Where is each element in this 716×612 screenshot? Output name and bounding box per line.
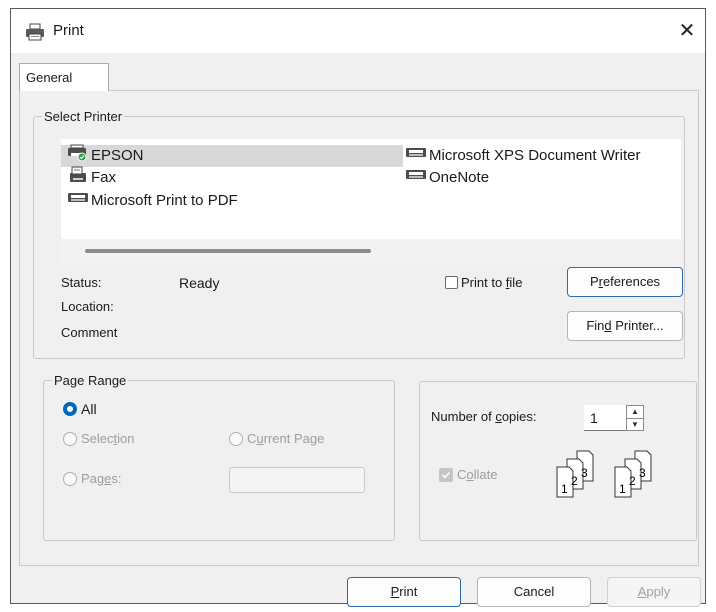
printer-icon	[405, 166, 427, 191]
printer-item-fax[interactable]: Fax	[61, 166, 117, 191]
apply-button[interactable]: Apply	[607, 577, 701, 607]
printer-item-epson[interactable]: EPSON	[61, 144, 403, 167]
tab-general[interactable]: General	[19, 63, 109, 91]
fax-icon	[67, 166, 89, 191]
collate-number: 1	[619, 482, 626, 496]
radio-button[interactable]	[229, 431, 243, 446]
printer-name: Microsoft XPS Document Writer	[429, 147, 641, 164]
collate-number: 2	[571, 474, 578, 488]
dialog-title: Print	[53, 22, 84, 39]
cancel-button[interactable]: Cancel	[477, 577, 591, 607]
collate-checkbox[interactable]: Collate	[439, 467, 497, 482]
radio-pages-label: Pages:	[81, 471, 122, 486]
checkbox-box[interactable]	[439, 467, 453, 482]
copies-spinner[interactable]: ▲ ▼	[626, 405, 644, 431]
checkmark-icon	[441, 471, 451, 479]
comment-label: Comment	[61, 325, 118, 340]
radio-pages[interactable]: Pages:	[63, 471, 122, 486]
title-bar: Print ✕	[11, 9, 705, 53]
find-printer-button[interactable]: Find Printer...	[567, 311, 683, 341]
printer-list-scrollbar[interactable]	[61, 239, 681, 263]
printer-item-microsoft-print-to-pdf[interactable]: Microsoft Print to PDF	[61, 190, 238, 212]
radio-all-label: All	[81, 401, 97, 417]
radio-button[interactable]	[63, 431, 77, 446]
print-to-file-checkbox[interactable]: Print to file	[445, 275, 522, 290]
radio-selection[interactable]: Selection	[63, 431, 135, 446]
page-range-group: Page Range	[43, 373, 395, 541]
printer-icon	[25, 23, 45, 46]
collate-pages-icon: 1 2 3 1 2 3	[553, 449, 673, 510]
status-value: Ready	[179, 275, 220, 291]
pages-input[interactable]	[229, 467, 365, 493]
printer-item-microsoft-xps-document-writer[interactable]: Microsoft XPS Document Writer	[405, 145, 640, 167]
checkbox-box[interactable]	[445, 276, 458, 289]
print-to-file-label: Print to file	[461, 275, 523, 290]
spinner-up-icon[interactable]: ▲	[627, 406, 643, 419]
copies-input[interactable]: 1	[584, 405, 626, 431]
collate-number: 2	[629, 474, 636, 488]
collate-number: 3	[639, 466, 646, 480]
close-icon: ✕	[678, 20, 696, 42]
page-range-legend: Page Range	[54, 373, 127, 388]
radio-button[interactable]	[63, 402, 77, 416]
printer-name: Microsoft Print to PDF	[91, 192, 238, 209]
location-label: Location:	[61, 299, 114, 314]
scrollbar-thumb[interactable]	[85, 249, 371, 253]
printer-name: OneNote	[429, 169, 490, 186]
spinner-down-icon[interactable]: ▼	[627, 419, 643, 431]
status-label: Status:	[61, 275, 102, 290]
number-of-copies-label: Number of copies:	[431, 409, 537, 424]
printer-list[interactable]: EPSON Fax Microsoft Print to PDF Microso…	[61, 139, 681, 239]
printer-name: EPSON	[91, 147, 144, 164]
print-dialog: Print ✕ General Select Printer EPSON Fax…	[10, 8, 706, 607]
close-button[interactable]: ✕	[673, 17, 701, 45]
radio-selection-label: Selection	[81, 431, 135, 446]
print-button[interactable]: Print	[347, 577, 461, 607]
radio-current-page[interactable]: Current Page	[229, 431, 324, 446]
collate-number: 3	[581, 466, 588, 480]
printer-icon	[67, 189, 89, 214]
collate-label: Collate	[457, 467, 498, 482]
radio-current-page-label: Current Page	[247, 431, 325, 446]
preferences-button[interactable]: Preferences	[567, 267, 683, 297]
radio-button[interactable]	[63, 471, 77, 486]
collate-number: 1	[561, 482, 568, 496]
printer-item-onenote[interactable]: OneNote	[405, 167, 489, 189]
printer-name: Fax	[91, 169, 117, 186]
select-printer-legend: Select Printer	[44, 109, 123, 124]
radio-all[interactable]: All	[63, 401, 97, 417]
